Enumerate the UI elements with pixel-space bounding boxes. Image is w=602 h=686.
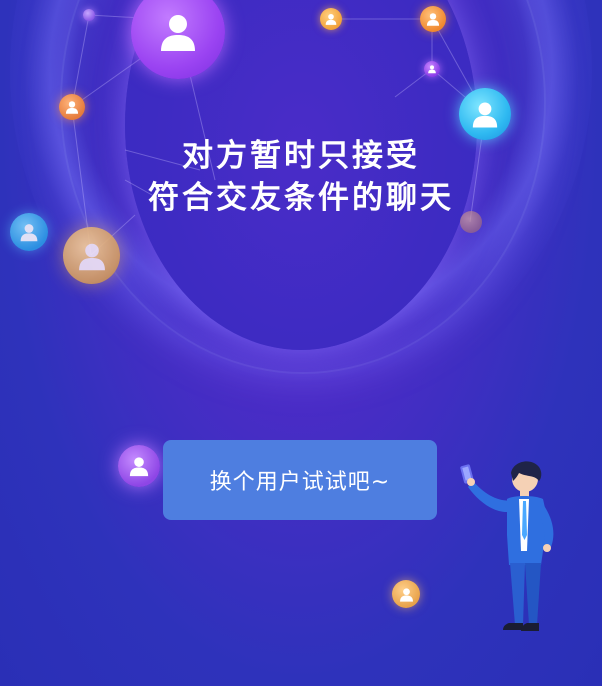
user-silhouette-icon — [428, 65, 436, 74]
user-avatar-icon — [118, 445, 160, 487]
notice-card: 对方暂时只接受 符合交友条件的聊天 换个用户试试吧~ — [0, 0, 602, 686]
person-with-phone-illustration — [460, 461, 554, 631]
user-avatar-icon — [424, 61, 440, 77]
user-silhouette-icon — [399, 587, 413, 602]
user-silhouette-icon — [325, 13, 337, 25]
user-avatar-icon — [63, 227, 120, 284]
user-silhouette-icon — [426, 13, 440, 26]
try-another-user-button[interactable]: 换个用户试试吧~ — [163, 440, 437, 520]
user-silhouette-icon — [78, 243, 105, 270]
user-silhouette-icon — [65, 101, 79, 114]
user-silhouette-icon — [472, 102, 498, 128]
user-silhouette-icon — [161, 15, 195, 51]
user-avatar-icon — [59, 94, 85, 120]
message-line-1: 对方暂时只接受 — [182, 138, 420, 174]
message-line-2: 符合交友条件的聊天 — [148, 180, 454, 216]
user-silhouette-icon — [20, 224, 38, 242]
user-avatar-icon — [459, 88, 511, 140]
user-avatar-icon — [420, 6, 446, 32]
user-avatar-icon — [392, 580, 420, 608]
user-silhouette-icon — [129, 457, 149, 477]
user-avatar-icon — [83, 9, 95, 21]
restriction-message: 对方暂时只接受 符合交友条件的聊天 — [0, 135, 602, 219]
user-avatar-icon — [320, 8, 342, 30]
